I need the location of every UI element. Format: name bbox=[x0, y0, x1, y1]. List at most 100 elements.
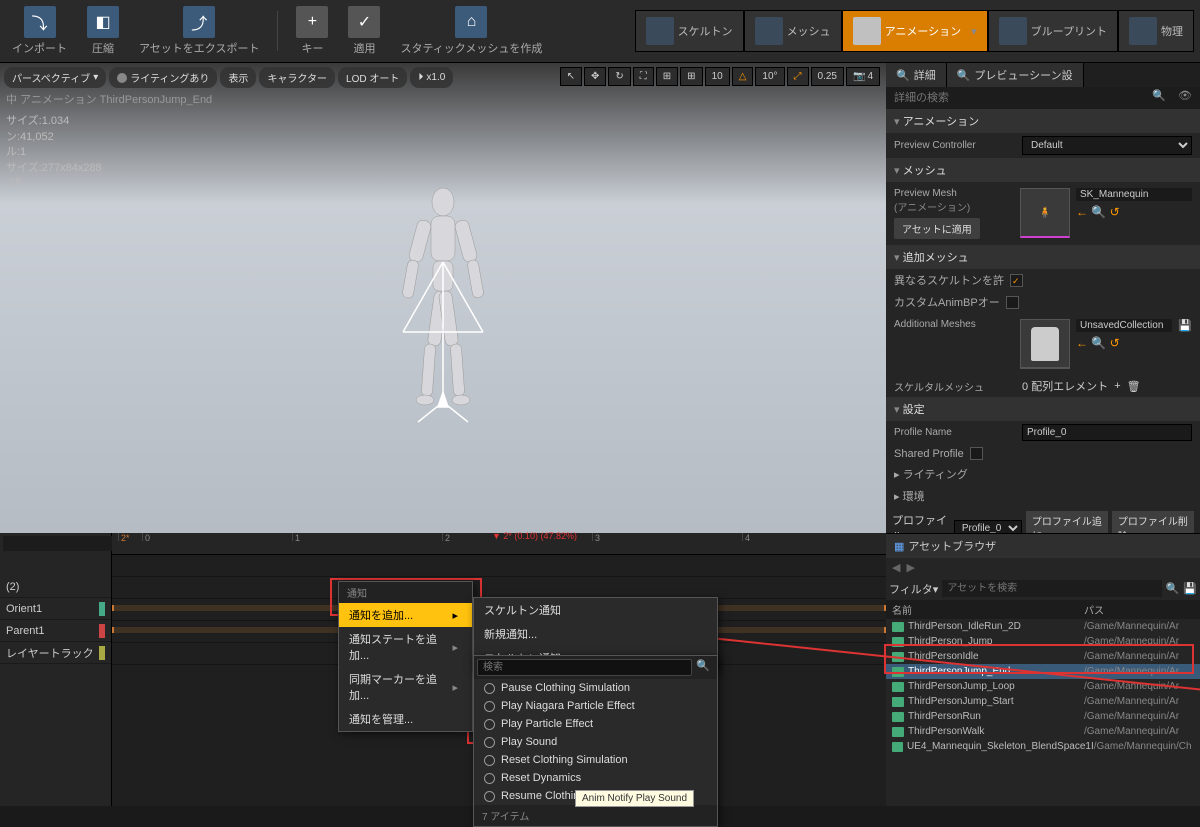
search-icon[interactable]: 🔍 bbox=[1091, 336, 1106, 350]
notify-search[interactable] bbox=[477, 659, 692, 676]
nav-fwd[interactable]: ▶ bbox=[906, 561, 914, 574]
menu-new-notify[interactable]: 新規通知... bbox=[474, 622, 717, 646]
asset-row[interactable]: UE4_Mannequin_Skeleton_BlendSpace1I/Game… bbox=[886, 739, 1200, 754]
section-lighting[interactable]: ▸ ライティング bbox=[886, 463, 1200, 485]
apply-button[interactable]: ✓適用 bbox=[342, 2, 386, 60]
track-row[interactable]: Parent1 bbox=[0, 620, 111, 642]
add-icon[interactable]: + bbox=[1114, 380, 1120, 392]
asset-search[interactable] bbox=[942, 580, 1161, 597]
profile-select[interactable]: Profile_0 bbox=[954, 520, 1022, 534]
vp-snap-rot[interactable]: 10° bbox=[755, 67, 784, 86]
asset-row[interactable]: ThirdPersonJump_Loop/Game/Mannequin/Ar bbox=[886, 679, 1200, 694]
checkbox-custom-bp[interactable] bbox=[1006, 296, 1019, 309]
vp-lit[interactable]: ライティングあり bbox=[109, 67, 217, 88]
asset-row[interactable]: ThirdPersonWalk/Game/Mannequin/Ar bbox=[886, 724, 1200, 739]
mesh-thumbnail[interactable]: 🧍 bbox=[1020, 188, 1070, 238]
search-icon[interactable]: 🔍 bbox=[692, 659, 714, 676]
compress-button[interactable]: ◧圧縮 bbox=[81, 2, 125, 60]
vp-angle-icon[interactable]: △ bbox=[732, 67, 754, 86]
notify-option[interactable]: Play Niagara Particle Effect bbox=[474, 697, 717, 715]
vp-perspective[interactable]: パースペクティブ ▾ bbox=[4, 67, 106, 88]
key-button[interactable]: +キー bbox=[290, 2, 334, 60]
trash-icon[interactable]: 🗑 bbox=[1127, 380, 1141, 393]
menu-add-notify[interactable]: 通知を追加...▸ bbox=[339, 603, 472, 627]
vp-cam-speed[interactable]: 📷 4 bbox=[846, 67, 880, 86]
asset-row[interactable]: ThirdPersonRun/Game/Mannequin/Ar bbox=[886, 709, 1200, 724]
section-mesh[interactable]: メッシュ bbox=[886, 158, 1200, 182]
tab-animation[interactable]: アニメーション▾ bbox=[842, 10, 988, 52]
profile-name-input[interactable] bbox=[1022, 424, 1192, 441]
vp-tool3[interactable]: ↻ bbox=[608, 67, 630, 86]
vp-snap-scale[interactable]: 0.25 bbox=[811, 67, 844, 86]
section-settings[interactable]: 設定 bbox=[886, 397, 1200, 421]
checkbox-shared[interactable] bbox=[970, 447, 983, 460]
mesh-name[interactable]: SK_Mannequin bbox=[1076, 188, 1192, 201]
tab-blueprint[interactable]: ブループリント bbox=[988, 10, 1118, 52]
menu-skeleton-notify[interactable]: スケルトン通知 bbox=[474, 598, 717, 622]
track-row[interactable]: Orient1 bbox=[0, 598, 111, 620]
vp-scale-icon[interactable]: ⤢ bbox=[787, 67, 809, 86]
search-icon[interactable]: 🔍 bbox=[1091, 205, 1106, 219]
tab-physics[interactable]: 物理 bbox=[1118, 10, 1194, 52]
tab-skeleton[interactable]: スケルトン bbox=[635, 10, 744, 52]
notify-option[interactable]: Reset Clothing Simulation bbox=[474, 751, 717, 769]
arrow-left-icon[interactable]: ← bbox=[1076, 205, 1088, 219]
vp-tool2[interactable]: ✥ bbox=[584, 67, 606, 86]
tab-asset-browser[interactable]: ▦アセットブラウザ bbox=[886, 534, 1200, 558]
asset-row[interactable]: ThirdPersonJump_End/Game/Mannequin/Ar bbox=[886, 664, 1200, 679]
notify-option[interactable]: Play Particle Effect bbox=[474, 715, 717, 733]
track-row[interactable]: (2) bbox=[0, 576, 111, 598]
col-path[interactable]: パス bbox=[1084, 602, 1194, 617]
delete-profile-button[interactable]: プロファイル削除 bbox=[1112, 511, 1194, 533]
filter-dropdown[interactable]: フィルタ▾ bbox=[889, 581, 938, 597]
vp-lod[interactable]: LOD オート bbox=[338, 67, 407, 88]
vp-grid[interactable]: ⊞ bbox=[680, 67, 702, 86]
notify-option[interactable]: Reset Dynamics bbox=[474, 769, 717, 787]
vp-speed[interactable]: ⏵x1.0 bbox=[410, 67, 453, 88]
vp-tool5[interactable]: ⊞ bbox=[656, 67, 678, 86]
export-button[interactable]: ⤴アセットをエクスポート bbox=[133, 2, 265, 60]
search-icon[interactable]: 🔍 bbox=[1146, 89, 1172, 107]
playhead[interactable]: ▼ 2* (0.10) (47.82%) bbox=[492, 531, 577, 541]
save-icon[interactable]: 💾 bbox=[1178, 319, 1192, 332]
vp-tool4[interactable]: ⛶ bbox=[633, 67, 654, 86]
asset-row[interactable]: ThirdPersonIdle/Game/Mannequin/Ar bbox=[886, 649, 1200, 664]
section-additional-mesh[interactable]: 追加メッシュ bbox=[886, 245, 1200, 269]
checkbox-allow-diff[interactable] bbox=[1010, 274, 1023, 287]
preview-controller-select[interactable]: Default bbox=[1022, 136, 1192, 155]
col-name[interactable]: 名前 bbox=[892, 602, 1084, 617]
menu-add-sync-marker[interactable]: 同期マーカーを追加...▸ bbox=[339, 667, 472, 707]
tab-details[interactable]: 🔍詳細 bbox=[886, 63, 947, 87]
menu-add-notify-state[interactable]: 通知ステートを追加...▸ bbox=[339, 627, 472, 667]
addmesh-thumbnail[interactable] bbox=[1020, 319, 1070, 369]
detail-search[interactable] bbox=[888, 89, 1146, 107]
staticmesh-button[interactable]: ⌂スタティックメッシュを作成 bbox=[394, 2, 548, 60]
asset-row[interactable]: ThirdPerson_Jump/Game/Mannequin/Ar bbox=[886, 634, 1200, 649]
section-animation[interactable]: アニメーション bbox=[886, 109, 1200, 133]
track-row[interactable]: レイヤートラック bbox=[0, 642, 111, 664]
vp-character[interactable]: キャラクター bbox=[259, 67, 335, 88]
save-icon[interactable]: 💾 bbox=[1183, 582, 1197, 595]
apply-asset-button[interactable]: アセットに適用 bbox=[894, 218, 980, 239]
vp-snap-pos[interactable]: 10 bbox=[705, 67, 730, 86]
asset-row[interactable]: ThirdPerson_IdleRun_2D/Game/Mannequin/Ar bbox=[886, 619, 1200, 634]
addmesh-name[interactable]: UnsavedCollection bbox=[1076, 319, 1172, 332]
search-icon[interactable]: 🔍 bbox=[1166, 582, 1180, 595]
asset-row[interactable]: ThirdPersonJump_Start/Game/Mannequin/Ar bbox=[886, 694, 1200, 709]
menu-manage-notify[interactable]: 通知を管理... bbox=[339, 707, 472, 731]
vp-tool1[interactable]: ↖ bbox=[560, 67, 582, 86]
section-environment[interactable]: ▸ 環境 bbox=[886, 485, 1200, 507]
add-profile-button[interactable]: プロファイル追加 bbox=[1026, 511, 1108, 533]
arrow-left-icon[interactable]: ← bbox=[1076, 336, 1088, 350]
nav-back[interactable]: ◀ bbox=[892, 561, 900, 574]
tab-preview-scene[interactable]: 🔍プレビューシーン設 bbox=[947, 63, 1084, 87]
viewport[interactable]: パースペクティブ ▾ ライティングあり 表示 キャラクター LOD オート ⏵x… bbox=[0, 63, 886, 533]
vp-show[interactable]: 表示 bbox=[220, 67, 256, 88]
chevron-down-icon[interactable]: ▾ bbox=[971, 25, 977, 38]
eye-icon[interactable]: 👁 bbox=[1172, 89, 1198, 107]
reset-icon[interactable]: ↺ bbox=[1110, 336, 1120, 350]
notify-option[interactable]: Pause Clothing Simulation bbox=[474, 679, 717, 697]
reset-icon[interactable]: ↺ bbox=[1110, 205, 1120, 219]
import-button[interactable]: ⤵インポート bbox=[6, 2, 73, 60]
timeline-ruler[interactable]: 2* 012 ▼ 2* (0.10) (47.82%) 34 bbox=[112, 533, 886, 555]
